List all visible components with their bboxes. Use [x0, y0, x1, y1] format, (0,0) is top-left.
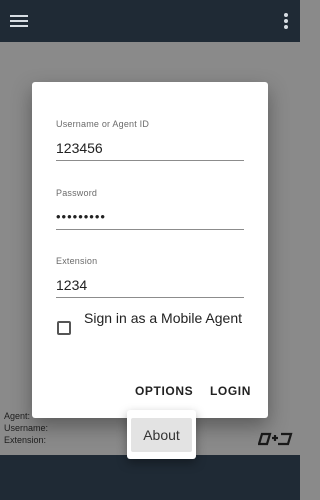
username-field[interactable]: Username or Agent ID 123456 — [56, 119, 244, 161]
login-button[interactable]: LOGIN — [210, 384, 251, 398]
overflow-menu: About — [127, 410, 196, 459]
password-field[interactable]: Password ••••••••• — [56, 188, 244, 230]
extension-field-label: Extension — [56, 256, 98, 266]
password-input[interactable]: ••••••••• — [56, 207, 244, 230]
about-menu-item[interactable]: About — [131, 418, 192, 452]
options-button[interactable]: OPTIONS — [135, 384, 193, 398]
username-label: Username: — [4, 423, 49, 433]
menu-icon[interactable] — [8, 12, 30, 30]
mobile-agent-checkbox-row[interactable]: Sign in as a Mobile Agent — [56, 308, 246, 352]
extension-field[interactable]: Extension 1234 — [56, 256, 244, 298]
extension-label: Extension: — [4, 435, 47, 445]
login-dialog: Username or Agent ID 123456 Password •••… — [32, 82, 268, 418]
top-app-bar — [0, 0, 300, 42]
password-field-label: Password — [56, 188, 98, 198]
more-vert-icon[interactable] — [282, 12, 290, 30]
brand-logo — [258, 432, 293, 446]
bottom-bar — [0, 455, 300, 500]
mobile-agent-checkbox[interactable] — [57, 321, 71, 335]
username-input[interactable]: 123456 — [56, 138, 244, 161]
extension-input[interactable]: 1234 — [56, 275, 244, 298]
mobile-agent-label: Sign in as a Mobile Agent — [84, 310, 242, 326]
username-field-label: Username or Agent ID — [56, 119, 150, 129]
